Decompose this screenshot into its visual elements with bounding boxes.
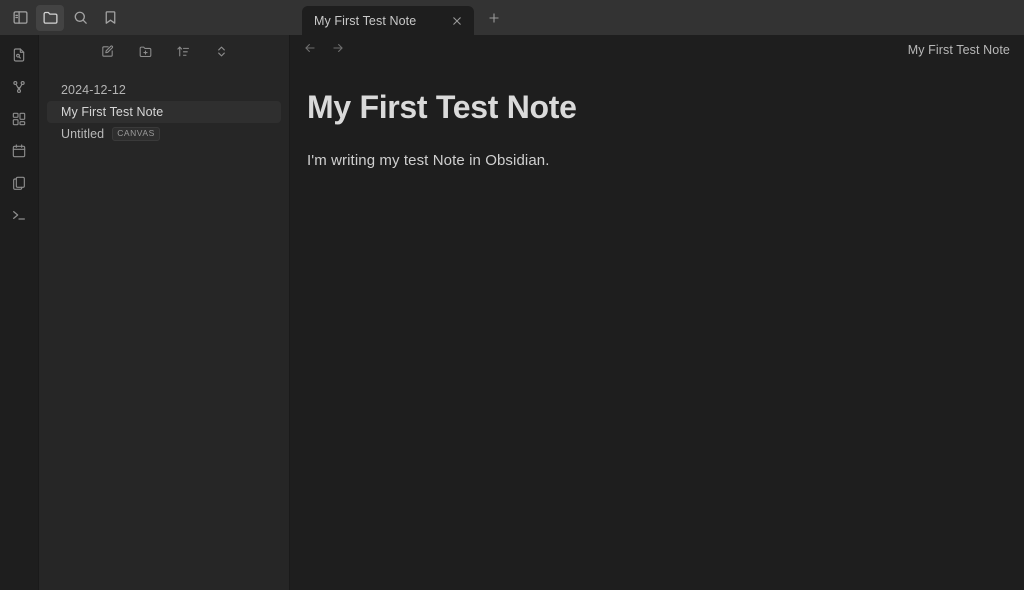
tab-my-first-test-note[interactable]: My First Test Note (302, 6, 474, 35)
navigate-forward-button[interactable] (326, 38, 350, 62)
new-folder-icon (138, 44, 153, 64)
file-tree: 2024-12-12 My First Test Note Untitled C… (39, 79, 289, 145)
new-note-icon (100, 44, 115, 64)
page-title: My First Test Note (307, 87, 1007, 127)
obsidian-window: My First Test Note (0, 0, 1024, 590)
search-button[interactable] (66, 5, 94, 31)
graph-view-icon (11, 79, 27, 95)
collapse-expand-button[interactable] (210, 43, 232, 65)
sidebar-item-terminal[interactable] (6, 204, 32, 226)
files-button[interactable] (36, 5, 64, 31)
sort-order-button[interactable] (172, 43, 194, 65)
note-content[interactable]: My First Test Note I'm writing my test N… (307, 87, 1007, 173)
toggle-left-sidebar-button[interactable] (6, 5, 34, 31)
bookmark-icon (102, 9, 119, 26)
tab-bar: My First Test Note (290, 0, 1024, 35)
file-label: Untitled (61, 127, 104, 141)
toggle-left-sidebar-icon (12, 9, 29, 26)
sidebar-item-daily-note[interactable] (6, 140, 32, 162)
canvas-icon (11, 111, 27, 127)
title-bar: My First Test Note (0, 0, 1024, 35)
breadcrumb[interactable]: My First Test Note (908, 43, 1012, 57)
list-item[interactable]: My First Test Note (47, 101, 281, 123)
note-scroll-area[interactable]: My First Test Note I'm writing my test N… (290, 65, 1024, 590)
tab-label: My First Test Note (314, 14, 442, 28)
left-ribbon (0, 35, 38, 590)
file-explorer-toolbar (39, 35, 289, 65)
close-icon[interactable] (448, 12, 466, 30)
file-explorer-pane: 2024-12-12 My First Test Note Untitled C… (38, 35, 290, 590)
arrow-left-icon (303, 41, 317, 60)
arrow-right-icon (331, 41, 345, 60)
terminal-icon (11, 207, 27, 223)
new-folder-button[interactable] (134, 43, 156, 65)
editor-pane: My First Test Note My First Test Note I'… (290, 35, 1024, 590)
new-tab-button[interactable] (482, 8, 506, 32)
new-note-button[interactable] (96, 43, 118, 65)
sidebar-item-templates[interactable] (6, 172, 32, 194)
list-item[interactable]: 2024-12-12 (47, 79, 281, 101)
sidebar-item-canvas[interactable] (6, 108, 32, 130)
status-badge: CANVAS (112, 127, 160, 141)
sidebar-header-toolbar (0, 0, 290, 35)
sort-order-icon (176, 44, 191, 64)
search-icon (72, 9, 89, 26)
sidebar-item-quick-switcher[interactable] (6, 44, 32, 66)
file-label: My First Test Note (61, 105, 163, 119)
note-paragraph: I'm writing my test Note in Obsidian. (307, 149, 1007, 173)
folder-label: 2024-12-12 (61, 83, 126, 97)
daily-note-icon (11, 143, 27, 159)
navigate-back-button[interactable] (298, 38, 322, 62)
view-header: My First Test Note (290, 35, 1024, 65)
bookmarks-button[interactable] (96, 5, 124, 31)
sidebar-item-graph-view[interactable] (6, 76, 32, 98)
templates-icon (11, 175, 27, 191)
note-document: My First Test Note I'm writing my test N… (290, 65, 1024, 173)
list-item[interactable]: Untitled CANVAS (47, 123, 281, 145)
collapse-expand-icon (214, 44, 229, 64)
folder-icon (42, 9, 59, 26)
plus-icon (487, 11, 501, 30)
quick-switcher-icon (11, 47, 27, 63)
workspace: 2024-12-12 My First Test Note Untitled C… (0, 35, 1024, 590)
